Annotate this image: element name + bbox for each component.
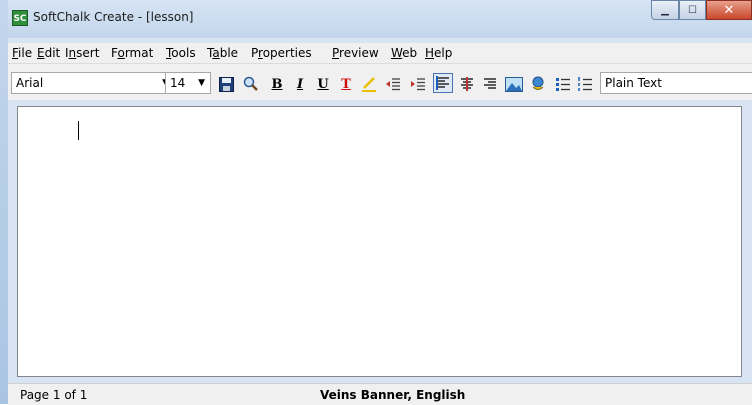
menu-insert-mnemonic: n xyxy=(68,46,77,60)
menu-table-mnemonic: a xyxy=(212,46,220,60)
menu-edit-mnemonic: E xyxy=(37,46,45,60)
align-left-icon xyxy=(436,76,449,90)
align-right-button[interactable] xyxy=(482,76,498,92)
menu-tools[interactable]: Tools xyxy=(166,46,196,60)
banner-indicator: Veins Banner, English xyxy=(320,388,466,402)
numbered-list-icon xyxy=(578,77,592,91)
close-button[interactable]: ✕ xyxy=(706,0,752,20)
save-button[interactable] xyxy=(218,76,234,92)
indent-button[interactable] xyxy=(410,76,426,92)
menu-edit-label: dit xyxy=(44,46,61,60)
insert-media-icon xyxy=(532,76,544,90)
align-left-button[interactable] xyxy=(433,73,453,93)
menu-table[interactable]: Table xyxy=(207,46,238,60)
menu-table-label: ble xyxy=(219,46,239,60)
menu-insert-label: sert xyxy=(76,46,100,60)
page-indicator: Page 1 of 1 xyxy=(20,388,88,402)
highlight-icon xyxy=(362,77,376,92)
align-center-icon xyxy=(461,77,473,91)
minimize-icon: ▁ xyxy=(661,4,669,16)
font-name-select[interactable]: Arial ▼ xyxy=(11,72,175,94)
insert-image-button[interactable] xyxy=(505,76,523,92)
insert-image-icon xyxy=(505,76,523,92)
save-icon xyxy=(218,76,234,92)
align-right-icon xyxy=(484,78,496,89)
menu-preview-mnemonic: P xyxy=(332,46,340,60)
insert-media-button[interactable] xyxy=(530,76,546,92)
menu-file-label: ile xyxy=(18,46,33,60)
menu-format-mnemonic: o xyxy=(117,46,125,60)
softchalk-app-icon: SC xyxy=(12,10,28,26)
menu-preview-label: review xyxy=(339,46,379,60)
menu-web-label: eb xyxy=(402,46,418,60)
italic-icon: I xyxy=(296,76,304,92)
menu-format-label: rmat xyxy=(124,46,154,60)
paragraph-style-value: Plain Text xyxy=(605,76,662,90)
window-left-edge xyxy=(0,0,8,404)
font-name-value: Arial xyxy=(16,76,44,90)
maximize-button[interactable]: ☐ xyxy=(679,0,706,20)
menu-properties-label: operties xyxy=(262,46,312,60)
bullet-list-icon xyxy=(556,78,570,91)
paragraph-style-select[interactable]: Plain Text xyxy=(600,72,752,94)
menu-file[interactable]: File xyxy=(12,46,32,60)
outdent-icon xyxy=(386,78,400,91)
menu-bar: File Edit Insert Format Tools Table Prop… xyxy=(8,43,752,64)
menu-insert[interactable]: Insert xyxy=(65,46,99,60)
spellcheck-icon xyxy=(243,76,258,91)
title-bar[interactable]: SC SoftChalk Create - [lesson] ▁ ☐ ✕ xyxy=(8,0,752,38)
menu-web[interactable]: Web xyxy=(391,46,417,60)
minimize-button[interactable]: ▁ xyxy=(651,0,679,20)
editor-area[interactable] xyxy=(17,106,742,377)
underline-button[interactable]: U xyxy=(315,76,331,92)
maximize-icon: ☐ xyxy=(688,4,697,16)
close-icon: ✕ xyxy=(723,2,735,18)
font-size-value: 14 xyxy=(170,76,186,90)
indent-icon xyxy=(411,78,425,91)
menu-help[interactable]: Help xyxy=(425,46,452,60)
underline-icon: U xyxy=(317,76,329,92)
menu-edit[interactable]: Edit xyxy=(37,46,60,60)
outdent-button[interactable] xyxy=(385,76,401,92)
bold-icon: B xyxy=(271,76,283,92)
menu-help-label: elp xyxy=(434,46,453,60)
app-window: SC SoftChalk Create - [lesson] ▁ ☐ ✕ Fil… xyxy=(0,0,752,405)
font-size-select[interactable]: 14 ▼ xyxy=(165,72,211,94)
chevron-down-icon: ▼ xyxy=(198,78,205,88)
text-color-button[interactable]: T xyxy=(338,76,354,92)
formatting-toolbar: Arial ▼ 14 ▼ B I U T xyxy=(8,64,752,100)
status-bar: Page 1 of 1 Veins Banner, English xyxy=(8,383,752,405)
bold-button[interactable]: B xyxy=(269,76,285,92)
bullet-list-button[interactable] xyxy=(555,76,571,92)
spellcheck-button[interactable] xyxy=(243,76,259,92)
menu-tools-label: ools xyxy=(171,46,196,60)
italic-button[interactable]: I xyxy=(292,76,308,92)
window-controls: ▁ ☐ ✕ xyxy=(651,0,752,20)
menu-web-mnemonic: W xyxy=(391,46,403,60)
menu-properties-label-pre: P xyxy=(251,46,259,60)
menu-preview[interactable]: Preview xyxy=(332,46,379,60)
menu-help-mnemonic: H xyxy=(425,46,435,60)
window-title: SoftChalk Create - [lesson] xyxy=(33,10,194,24)
align-center-button[interactable] xyxy=(459,76,475,92)
menu-format[interactable]: Format xyxy=(111,46,153,60)
text-color-icon: T xyxy=(341,76,351,92)
highlight-button[interactable] xyxy=(361,76,377,92)
numbered-list-button[interactable] xyxy=(577,76,593,92)
text-caret xyxy=(78,121,79,140)
menu-properties[interactable]: Properties xyxy=(251,46,312,60)
